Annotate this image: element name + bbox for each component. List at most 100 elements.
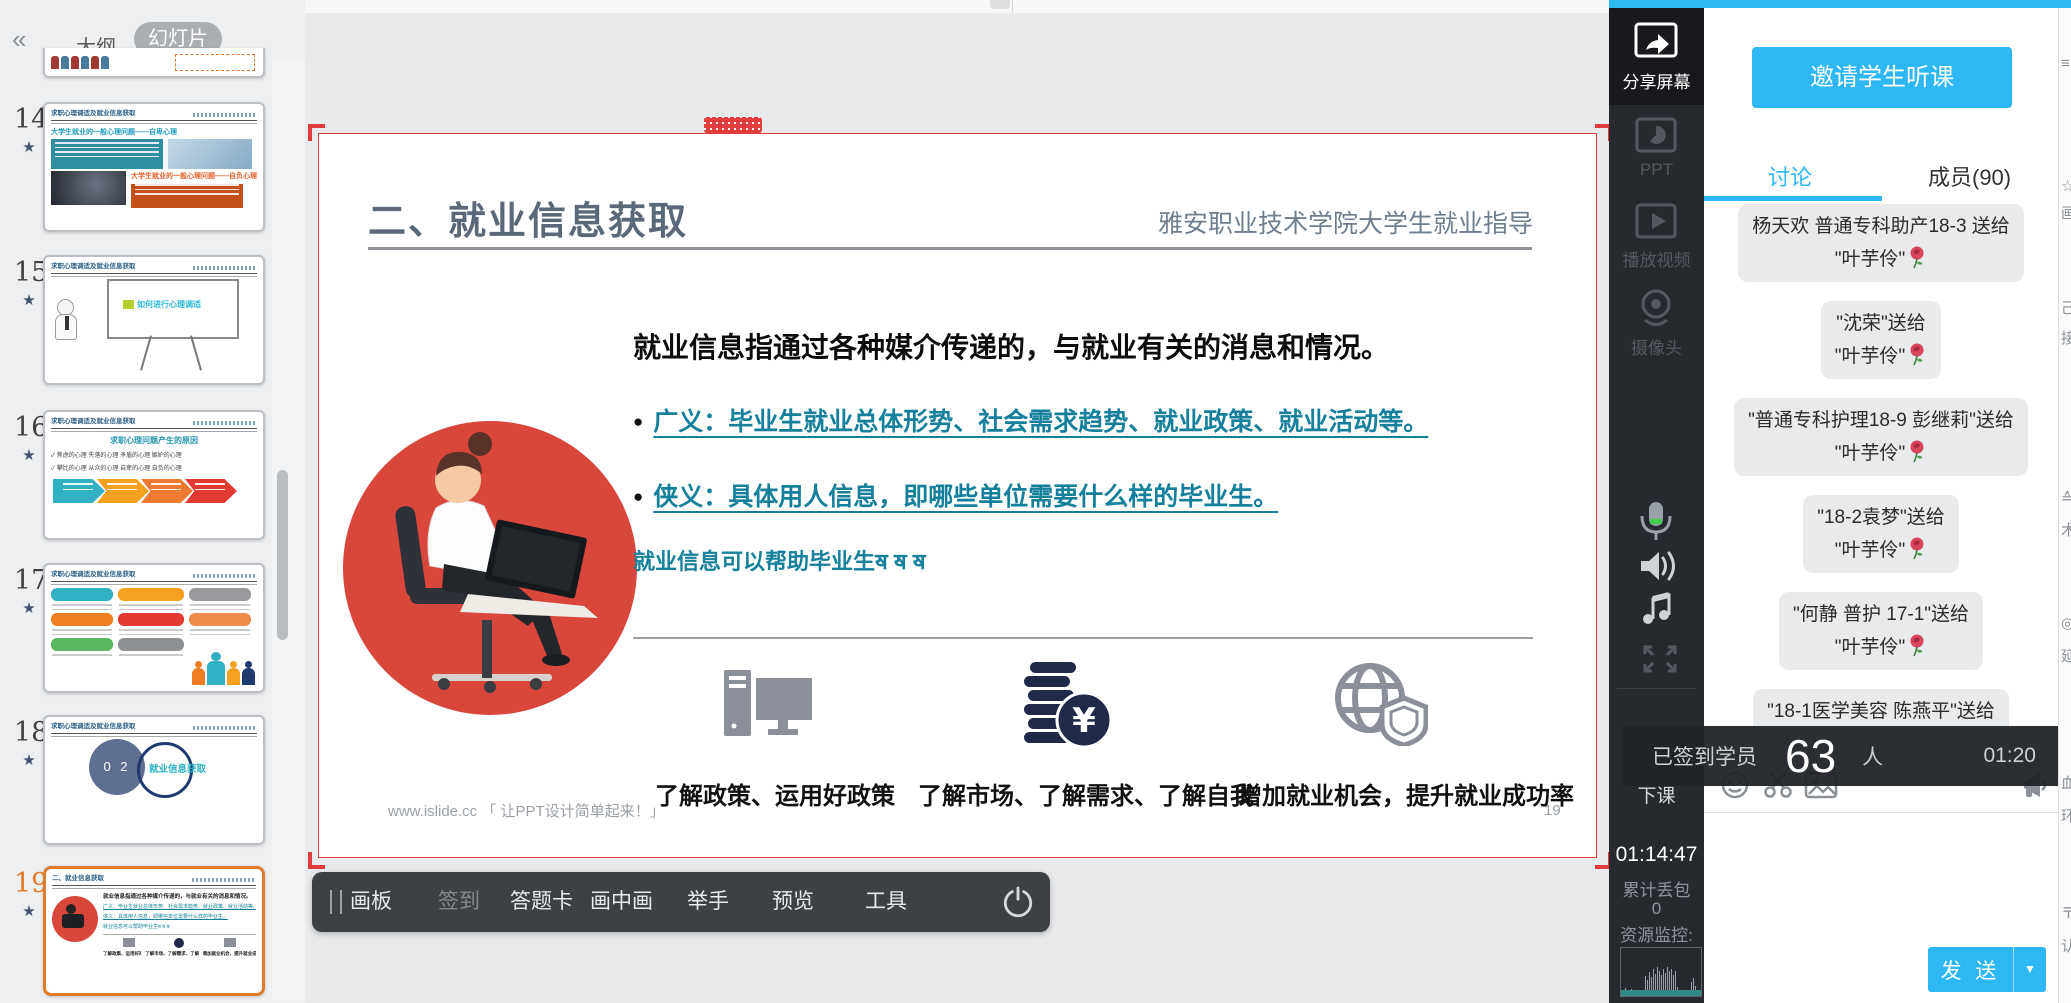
woman-laptop-illustration	[340, 388, 652, 750]
signin-unit: 人	[1862, 741, 1883, 771]
power-icon[interactable]	[1002, 886, 1034, 918]
slide-thumb-18[interactable]: 求职心理调适及就业信息获取 0 2 就业信息获取	[43, 715, 265, 845]
sidebar-divider	[1617, 688, 1696, 689]
animation-star-icon: ★	[14, 138, 44, 156]
thumb15-title: 如何进行心理调适	[137, 299, 201, 310]
monitor-baseline	[1621, 990, 1701, 996]
slide-title: 二、就业信息获取	[368, 190, 688, 245]
slide-thumb-17[interactable]: 求职心理调适及就业信息获取	[43, 563, 265, 693]
sidebar-item-share-screen[interactable]: 分享屏幕	[1609, 68, 1704, 93]
clipped-glyph: 延	[2061, 648, 2071, 666]
gift-message: "18-1医学美容 陈燕平"送给 "叶芋伶"	[1753, 689, 2009, 726]
slide-bullet-1: ●广义：毕业生就业总体形势、社会需求趋势、就业政策、就业活动等。	[633, 402, 1428, 438]
sidebar-scrollbar[interactable]	[277, 470, 288, 640]
send-button[interactable]: 发 送 ▼	[1928, 947, 2046, 992]
clipped-glyph: ≡	[2061, 55, 2071, 73]
music-icon[interactable]	[1609, 590, 1704, 628]
send-options-dropdown[interactable]: ▼	[2013, 947, 2046, 992]
gift-message: "普通专科护理18-9 彭继莉"送给 "叶芋伶"	[1734, 398, 2028, 476]
chat-input[interactable]	[1704, 813, 2062, 942]
signin-timer: 01:20	[1983, 744, 2036, 768]
selection-corner-icon	[308, 124, 325, 141]
thumb15-green-icon	[123, 300, 134, 309]
slide-number-18: 18	[14, 717, 44, 748]
thumb14-photo	[168, 139, 252, 169]
slide-thumb-19-current[interactable]: 二、就业信息获取 就业信息指通过各种媒介传递的，与就业有关的消息和情况。 广义：…	[43, 866, 265, 996]
clipped-glyph: 血	[2061, 775, 2071, 793]
computer-icon	[722, 668, 814, 744]
collapsed-tab	[990, 0, 1010, 9]
sidebar-item-ppt[interactable]: PPT	[1609, 160, 1704, 180]
thumb18-title: 就业信息获取	[149, 761, 206, 775]
camera-icon[interactable]	[1609, 288, 1704, 332]
thumb19-captions: 了解政策、运用好政策了解市场、了解需求、了解自我增加就业机会，提升就业成功率	[103, 951, 256, 957]
tab-discussion[interactable]: 讨论	[1768, 160, 1812, 192]
animation-star-icon: ★	[14, 751, 44, 769]
toolbar-tools[interactable]: 工具	[865, 872, 907, 932]
animation-star-icon: ★	[14, 599, 44, 617]
microphone-icon[interactable]	[1609, 500, 1704, 542]
slide-caption-1: 了解政策、运用好政策	[655, 776, 895, 811]
slide-intro-text: 就业信息指通过各种媒介传递的，与就业有关的消息和情况。	[633, 326, 1389, 366]
selection-corner-icon	[308, 852, 325, 869]
thumb19-bullet1: 广义：毕业生就业总体形势、社会需求趋势、就业政策、就业活动等。	[103, 903, 256, 910]
toolbar-signin[interactable]: 签到	[438, 872, 480, 932]
clipped-glyph: 环	[2061, 808, 2071, 826]
thumb16-row1: ✓ 焦虑的心理 失落的心理 矛盾的心理 嫉妒的心理	[51, 450, 257, 459]
ppt-icon[interactable]	[1609, 116, 1704, 156]
figure-shape	[81, 56, 89, 69]
figure-shape	[71, 56, 79, 69]
invite-students-button[interactable]: 邀请学生听课	[1752, 47, 2012, 108]
toolbar-preview[interactable]: 预览	[772, 872, 814, 932]
divider	[1012, 0, 1013, 13]
tab-members[interactable]: 成员(90)	[1928, 160, 2011, 192]
thumb19-icons	[103, 938, 256, 948]
send-label[interactable]: 发 送	[1928, 955, 2013, 985]
toolbar-drag-handle-icon[interactable]	[330, 890, 342, 914]
play-video-icon[interactable]	[1609, 202, 1704, 242]
sidebar-item-play-video[interactable]: 播放视频	[1609, 246, 1704, 271]
packet-loss-label: 累计丢包	[1609, 876, 1704, 901]
slide-thumb-14[interactable]: 求职心理调适及就业信息获取 大学生就业的一般心理问题——自卑心理 大学生就业的一…	[43, 102, 265, 232]
slide-number-16: 16	[14, 412, 44, 443]
clipped-glyph: 己	[2061, 300, 2071, 318]
toolbar-raise-hand[interactable]: 举手	[687, 872, 729, 932]
rose-icon	[1907, 634, 1927, 658]
bullet-dot: ●	[633, 412, 643, 431]
sidebar-item-camera[interactable]: 摄像头	[1609, 334, 1704, 359]
gift-message: "18-2袁梦"送给 "叶芋伶"	[1803, 495, 1959, 573]
collapse-sidebar-button[interactable]: «	[12, 26, 26, 52]
animation-star-icon: ★	[14, 291, 44, 309]
thumb19-header: 二、就业信息获取	[52, 874, 104, 884]
toolbar-pip[interactable]: 画中画	[590, 872, 653, 932]
slide-thumb-13-partial[interactable]	[43, 48, 265, 78]
thumb19-bullet2: 侠义：具体用人信息，即哪些单位需要什么样的毕业生。	[103, 913, 256, 920]
thumb-header-dots	[193, 574, 257, 578]
thumb-header: 求职心理调适及就业信息获取	[51, 722, 136, 732]
coins-yuan-icon: ¥	[1022, 660, 1112, 752]
toolbar-answer-card[interactable]: 答题卡	[510, 872, 573, 932]
title-underline	[368, 247, 1532, 250]
slide-drag-handle[interactable]	[704, 117, 762, 133]
slide-thumb-15[interactable]: 求职心理调适及就业信息获取 如何进行心理调适	[43, 255, 265, 385]
thumb15-whiteboard: 如何进行心理调适	[107, 279, 239, 339]
thumb16-row2: ✓ 攀比的心理 从众的心理 自卑的心理 自负的心理	[51, 463, 257, 472]
rose-icon	[1907, 246, 1927, 270]
clipped-glyph: 术	[2061, 522, 2071, 540]
speaker-icon[interactable]	[1609, 548, 1704, 584]
thumb14-title-orange: 大学生就业的一般心理问题——自负心理	[131, 171, 257, 181]
toolbar-whiteboard[interactable]: 画板	[350, 872, 392, 932]
share-screen-icon[interactable]	[1609, 20, 1704, 62]
thumb-header: 求职心理调适及就业信息获取	[51, 570, 136, 580]
thumb14-photo2	[51, 171, 126, 205]
thumb19-helper: 就业信息可以帮助毕业生ॺ ॺ ॺ	[103, 923, 256, 930]
slide-thumb-16[interactable]: 求职心理调适及就业信息获取 求职心理问题产生的原因 ✓ 焦虑的心理 失落的心理 …	[43, 410, 265, 540]
dotted-selection	[175, 54, 255, 71]
thumb-header-dots	[192, 878, 256, 882]
easel-leg	[140, 335, 152, 370]
window-top-accent-bar	[1609, 0, 2071, 8]
active-tab-underline	[1704, 196, 1882, 201]
fullscreen-icon[interactable]	[1609, 642, 1704, 676]
thumb-header: 求职心理调适及就业信息获取	[51, 109, 136, 119]
thumb-header-dots	[193, 421, 257, 425]
